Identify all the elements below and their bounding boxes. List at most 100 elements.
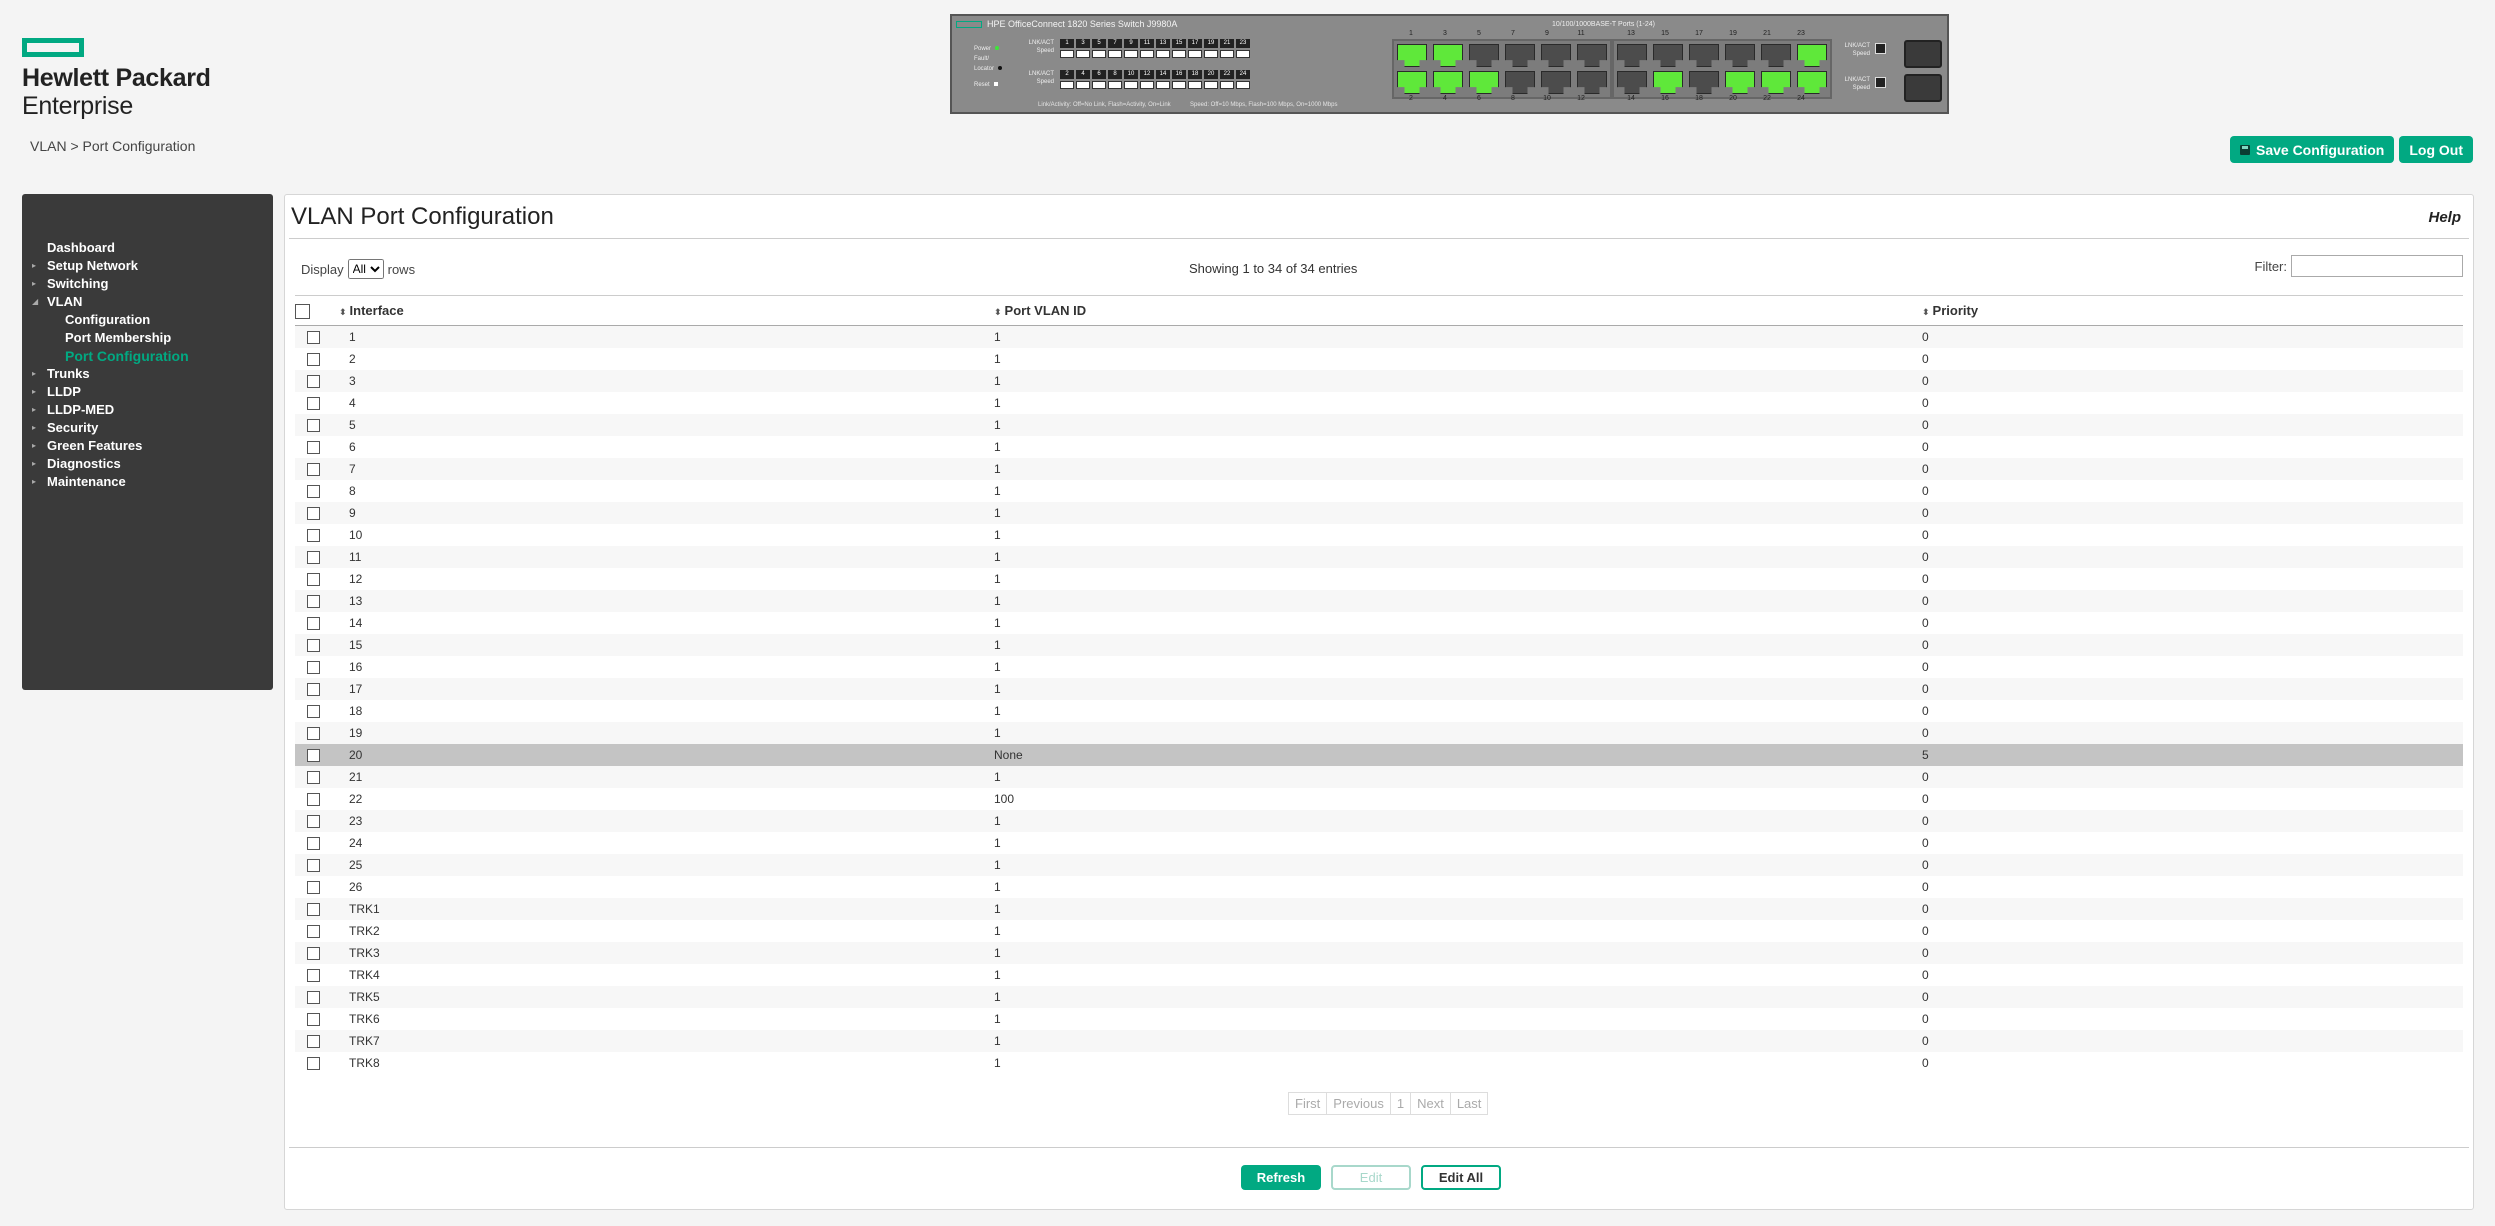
row-checkbox[interactable] bbox=[306, 463, 320, 477]
row-checkbox[interactable] bbox=[306, 485, 320, 499]
row-checkbox[interactable] bbox=[306, 441, 320, 455]
table-row[interactable]: 22 100 0 bbox=[295, 788, 2463, 810]
row-checkbox[interactable] bbox=[306, 727, 320, 741]
pager-previous[interactable]: Previous bbox=[1327, 1093, 1391, 1114]
column-header-interface[interactable]: ⬍ Interface bbox=[331, 295, 994, 326]
row-checkbox[interactable] bbox=[306, 1035, 320, 1049]
ethernet-port-3[interactable] bbox=[1433, 44, 1463, 67]
ethernet-port-8[interactable] bbox=[1505, 71, 1535, 94]
sidebar-item-setup-network[interactable]: ▸ Setup Network bbox=[22, 257, 273, 275]
table-row[interactable]: 7 1 0 bbox=[295, 458, 2463, 480]
row-checkbox[interactable] bbox=[306, 881, 320, 895]
sidebar-item-trunks[interactable]: ▸ Trunks bbox=[22, 365, 273, 383]
ethernet-port-12[interactable] bbox=[1577, 71, 1607, 94]
row-checkbox[interactable] bbox=[306, 947, 320, 961]
ethernet-port-13[interactable] bbox=[1617, 44, 1647, 67]
ethernet-port-18[interactable] bbox=[1689, 71, 1719, 94]
table-row[interactable]: 13 1 0 bbox=[295, 590, 2463, 612]
ethernet-port-10[interactable] bbox=[1541, 71, 1571, 94]
save-configuration-button[interactable]: Save Configuration bbox=[2229, 136, 2395, 163]
table-row[interactable]: 17 1 0 bbox=[295, 678, 2463, 700]
column-header-priority[interactable]: ⬍ Priority bbox=[1922, 295, 2463, 326]
ethernet-port-6[interactable] bbox=[1469, 71, 1499, 94]
table-row[interactable]: 20 None 5 bbox=[295, 744, 2463, 766]
table-row[interactable]: TRK2 1 0 bbox=[295, 920, 2463, 942]
ethernet-port-21[interactable] bbox=[1761, 44, 1791, 67]
row-checkbox[interactable] bbox=[306, 771, 320, 785]
ethernet-port-4[interactable] bbox=[1433, 71, 1463, 94]
sidebar-item-port-configuration[interactable]: Port Configuration bbox=[22, 347, 273, 365]
row-checkbox[interactable] bbox=[306, 617, 320, 631]
sidebar-item-lldp-med[interactable]: ▸ LLDP-MED bbox=[22, 401, 273, 419]
ethernet-port-14[interactable] bbox=[1617, 71, 1647, 94]
row-checkbox[interactable] bbox=[306, 969, 320, 983]
row-checkbox[interactable] bbox=[306, 1013, 320, 1027]
row-checkbox[interactable] bbox=[306, 595, 320, 609]
row-checkbox[interactable] bbox=[306, 529, 320, 543]
table-row[interactable]: 18 1 0 bbox=[295, 700, 2463, 722]
table-row[interactable]: 11 1 0 bbox=[295, 546, 2463, 568]
table-row[interactable]: 24 1 0 bbox=[295, 832, 2463, 854]
row-checkbox[interactable] bbox=[306, 639, 320, 653]
table-row[interactable]: 2 1 0 bbox=[295, 348, 2463, 370]
pager-1[interactable]: 1 bbox=[1391, 1093, 1412, 1114]
table-row[interactable]: 3 1 0 bbox=[295, 370, 2463, 392]
edit-button[interactable]: Edit bbox=[1331, 1165, 1411, 1190]
ethernet-port-2[interactable] bbox=[1397, 71, 1427, 94]
ethernet-port-7[interactable] bbox=[1505, 44, 1535, 67]
table-row[interactable]: TRK1 1 0 bbox=[295, 898, 2463, 920]
row-checkbox[interactable] bbox=[306, 551, 320, 565]
table-row[interactable]: TRK8 1 0 bbox=[295, 1052, 2463, 1074]
edit-all-button[interactable]: Edit All bbox=[1421, 1165, 1501, 1190]
table-row[interactable]: TRK6 1 0 bbox=[295, 1008, 2463, 1030]
row-checkbox[interactable] bbox=[306, 925, 320, 939]
sidebar-item-vlan[interactable]: ◢ VLAN bbox=[22, 293, 273, 311]
ethernet-port-20[interactable] bbox=[1725, 71, 1755, 94]
table-row[interactable]: 16 1 0 bbox=[295, 656, 2463, 678]
row-checkbox[interactable] bbox=[306, 903, 320, 917]
row-checkbox[interactable] bbox=[306, 859, 320, 873]
table-row[interactable]: TRK3 1 0 bbox=[295, 942, 2463, 964]
table-row[interactable]: 1 1 0 bbox=[295, 325, 2463, 348]
pager-last[interactable]: Last bbox=[1451, 1093, 1488, 1114]
table-row[interactable]: 4 1 0 bbox=[295, 392, 2463, 414]
row-checkbox[interactable] bbox=[306, 573, 320, 587]
ethernet-port-9[interactable] bbox=[1541, 44, 1571, 67]
row-checkbox[interactable] bbox=[306, 353, 320, 367]
table-row[interactable]: 15 1 0 bbox=[295, 634, 2463, 656]
row-checkbox[interactable] bbox=[306, 507, 320, 521]
row-checkbox[interactable] bbox=[306, 705, 320, 719]
sfp-port-26[interactable] bbox=[1904, 74, 1942, 102]
sfp-port-25[interactable] bbox=[1904, 40, 1942, 68]
ethernet-port-5[interactable] bbox=[1469, 44, 1499, 67]
ethernet-port-11[interactable] bbox=[1577, 44, 1607, 67]
table-row[interactable]: 26 1 0 bbox=[295, 876, 2463, 898]
row-checkbox[interactable] bbox=[306, 331, 320, 345]
row-checkbox[interactable] bbox=[306, 683, 320, 697]
row-checkbox[interactable] bbox=[306, 1057, 320, 1071]
pager-first[interactable]: First bbox=[1289, 1093, 1328, 1114]
table-row[interactable]: 19 1 0 bbox=[295, 722, 2463, 744]
row-checkbox[interactable] bbox=[306, 419, 320, 433]
table-row[interactable]: 25 1 0 bbox=[295, 854, 2463, 876]
sidebar-item-switching[interactable]: ▸ Switching bbox=[22, 275, 273, 293]
table-row[interactable]: 14 1 0 bbox=[295, 612, 2463, 634]
ethernet-port-16[interactable] bbox=[1653, 71, 1683, 94]
sidebar-item-maintenance[interactable]: ▸ Maintenance bbox=[22, 473, 273, 491]
table-row[interactable]: 12 1 0 bbox=[295, 568, 2463, 590]
row-checkbox[interactable] bbox=[306, 375, 320, 389]
table-row[interactable]: 23 1 0 bbox=[295, 810, 2463, 832]
table-row[interactable]: 10 1 0 bbox=[295, 524, 2463, 546]
ethernet-port-23[interactable] bbox=[1797, 44, 1827, 67]
table-row[interactable]: 5 1 0 bbox=[295, 414, 2463, 436]
row-checkbox[interactable] bbox=[306, 749, 320, 763]
refresh-button[interactable]: Refresh bbox=[1241, 1165, 1321, 1190]
row-checkbox[interactable] bbox=[306, 815, 320, 829]
logout-button[interactable]: Log Out bbox=[2399, 136, 2473, 163]
table-row[interactable]: 8 1 0 bbox=[295, 480, 2463, 502]
row-checkbox[interactable] bbox=[306, 793, 320, 807]
select-all-checkbox[interactable] bbox=[295, 303, 310, 319]
filter-input[interactable] bbox=[2291, 255, 2463, 277]
table-row[interactable]: 9 1 0 bbox=[295, 502, 2463, 524]
sidebar-item-configuration[interactable]: Configuration bbox=[22, 311, 273, 329]
